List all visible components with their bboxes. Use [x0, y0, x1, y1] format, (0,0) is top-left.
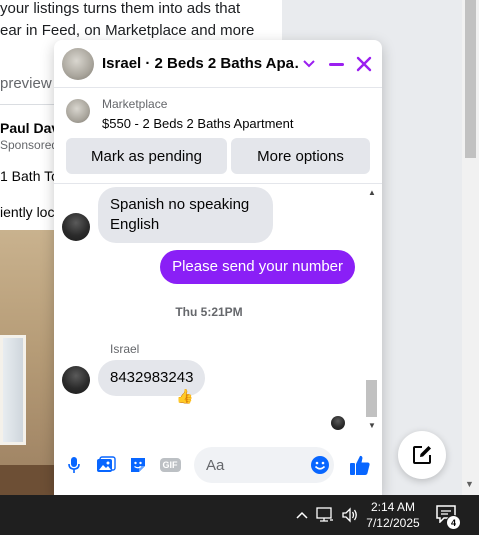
windows-taskbar: 2:14 AM 7/12/2025 4 — [0, 495, 479, 535]
photo-icon[interactable] — [96, 455, 116, 475]
clock-date: 7/12/2025 — [366, 516, 420, 530]
scroll-up-arrow-icon[interactable]: ▲ — [368, 188, 376, 197]
system-clock[interactable]: 2:14 AM 7/12/2025 — [362, 499, 424, 531]
sticker-icon[interactable] — [128, 455, 148, 475]
more-options-button[interactable]: More options — [231, 138, 370, 174]
new-message-button[interactable] — [398, 431, 446, 479]
scrollbar-thumb[interactable] — [465, 0, 476, 158]
message-timestamp: Thu 5:21PM — [175, 305, 243, 319]
avatar[interactable] — [62, 213, 90, 241]
marketplace-listing-banner: Marketplace $550 - 2 Beds 2 Baths Apartm… — [54, 88, 382, 184]
sender-name: Israel — [110, 342, 140, 356]
message-composer: GIF — [54, 445, 382, 485]
scroll-down-arrow-icon[interactable]: ▼ — [465, 479, 474, 489]
volume-icon[interactable] — [341, 507, 359, 523]
avatar[interactable] — [62, 366, 90, 394]
mark-as-pending-button[interactable]: Mark as pending — [66, 138, 227, 174]
microphone-icon[interactable] — [64, 455, 84, 475]
messenger-chat-window: Israel · 2 Beds 2 Baths Apa… Marketplace… — [54, 40, 382, 495]
outgoing-message[interactable]: Please send your number — [160, 250, 355, 284]
seen-indicator-avatar — [331, 416, 345, 430]
scroll-down-arrow-icon[interactable]: ▼ — [368, 421, 376, 430]
listing-title[interactable]: $550 - 2 Beds 2 Baths Apartment — [102, 116, 294, 131]
ad-listing-description: iently loc — [0, 204, 55, 220]
gif-icon[interactable]: GIF — [159, 455, 181, 475]
photo-window — [0, 335, 26, 445]
message-thread: Spanish no speaking English Please send … — [54, 185, 382, 437]
sponsored-label: Sponsored — [0, 138, 59, 152]
listing-thumbnail[interactable] — [66, 99, 90, 123]
scrollbar-thumb[interactable] — [366, 380, 377, 417]
clock-time: 2:14 AM — [370, 500, 416, 514]
thumbs-up-reaction-icon[interactable]: 👍 — [176, 388, 193, 405]
minimize-icon[interactable] — [324, 52, 348, 76]
show-hidden-icons-icon[interactable] — [293, 507, 311, 523]
notification-count-badge: 4 — [446, 515, 461, 530]
close-icon[interactable] — [352, 52, 376, 76]
chat-header[interactable]: Israel · 2 Beds 2 Baths Apa… — [54, 40, 382, 88]
background-text-line: ear in Feed, on Marketplace and more — [0, 22, 255, 39]
notification-center-button[interactable]: 4 — [436, 505, 462, 530]
thread-scrollbar[interactable]: ▲ ▼ — [364, 185, 379, 435]
advertiser-name[interactable]: Paul Dav — [0, 120, 59, 136]
ad-listing-title: 1 Bath To — [0, 168, 59, 184]
page-scrollbar[interactable]: ▼ — [462, 0, 479, 495]
emoji-icon[interactable] — [310, 455, 330, 475]
chat-title[interactable]: Israel · 2 Beds 2 Baths Apa… — [102, 55, 298, 72]
network-icon[interactable] — [316, 507, 334, 523]
contact-avatar[interactable] — [62, 48, 94, 80]
compose-icon — [413, 446, 431, 464]
chevron-down-icon[interactable] — [297, 52, 321, 76]
incoming-message[interactable]: Spanish no speaking English — [98, 187, 273, 243]
background-text-line: your listings turns them into ads that — [0, 0, 241, 17]
thumbs-up-send-icon[interactable] — [348, 455, 372, 475]
marketplace-label: Marketplace — [102, 97, 168, 111]
